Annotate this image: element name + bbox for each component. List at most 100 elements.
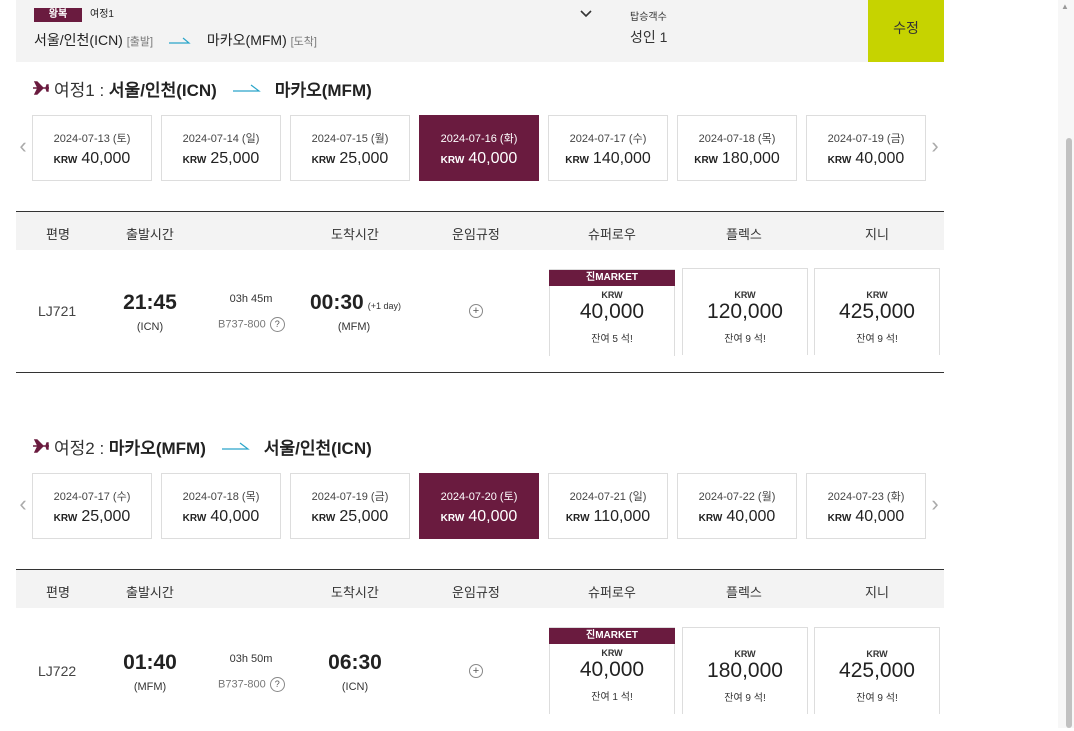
trip-type-badge: 왕복 [34, 8, 82, 22]
chevron-down-icon[interactable] [578, 6, 594, 22]
date-card-selected[interactable]: 2024-07-20 (토) KRW 40,000 [419, 473, 539, 539]
flight-table-header: 편명 출발시간 도착시간 운임규정 슈퍼로우 플렉스 지니 [16, 211, 944, 250]
date-card[interactable]: 2024-07-19 (금) KRW 40,000 [806, 115, 926, 181]
arrival-time: 00:30 [310, 291, 364, 314]
currency: KRW [53, 513, 78, 524]
date-card[interactable]: 2024-07-22 (월) KRW 40,000 [677, 473, 797, 539]
departure-airport: (MFM) [133, 681, 167, 693]
aircraft-info: B737-800? [218, 677, 285, 692]
destination-city: 마카오(MFM) [206, 32, 287, 48]
scrollbar[interactable]: ▲ [1058, 0, 1074, 728]
currency: KRW [440, 155, 465, 166]
date-text: 2024-07-20 (토) [440, 491, 518, 503]
col-fare-genie: 지니 [865, 585, 889, 600]
fare-currency: KRW [866, 649, 888, 659]
date-card[interactable]: 2024-07-17 (수) KRW 25,000 [32, 473, 152, 539]
currency: KRW [53, 155, 78, 166]
fare-card-flex[interactable]: KRW 120,000 잔여 9 석! [682, 268, 808, 355]
fare-card-flex[interactable]: KRW 180,000 잔여 9 석! [682, 627, 808, 714]
journey2-to: 서울/인천(ICN) [263, 438, 372, 458]
col-fare-flex: 플렉스 [726, 227, 762, 242]
flight-row: LJ722 01:40 (MFM) 03h 50m B737-800? 06:3… [16, 611, 944, 731]
fare-rules-plus-icon[interactable]: + [469, 664, 483, 678]
date-text: 2024-07-18 (목) [182, 491, 260, 503]
aircraft-type: B737-800 [218, 318, 266, 331]
prev-dates-arrow-icon[interactable]: ‹ [16, 133, 30, 159]
fare-card-superlow[interactable]: 진MARKET KRW 40,000 잔여 5 석! [549, 269, 675, 356]
date-text: 2024-07-15 (월) [311, 133, 389, 145]
arrival-time: 06:30 [328, 651, 382, 674]
date-text: 2024-07-23 (화) [827, 491, 905, 503]
col-fare-flex: 플렉스 [726, 585, 762, 600]
date-card[interactable]: 2024-07-14 (일) KRW 25,000 [161, 115, 281, 181]
scroll-up-arrow-icon[interactable]: ▲ [1061, 2, 1069, 11]
price: 180,000 [721, 150, 780, 167]
currency: KRW [698, 513, 723, 524]
fare-currency: KRW [866, 290, 888, 300]
col-fare-rules: 운임규정 [452, 227, 500, 242]
fare-amount: 425,000 [839, 659, 915, 682]
fare-currency: KRW [601, 648, 623, 658]
date-card[interactable]: 2024-07-15 (월) KRW 25,000 [290, 115, 410, 181]
date-card[interactable]: 2024-07-13 (토) KRW 40,000 [32, 115, 152, 181]
passenger-value: 성인 1 [630, 29, 668, 45]
seats-left: 잔여 5 석! [591, 334, 633, 345]
passenger-selector[interactable]: 탑승객수 성인 1 [614, 0, 868, 62]
prev-dates-arrow-icon[interactable]: ‹ [16, 491, 30, 517]
flight-row: LJ721 21:45 (ICN) 03h 45m B737-800? 00:3… [16, 253, 944, 373]
route-arrow-icon [232, 84, 261, 92]
flight-number: LJ721 [38, 303, 77, 319]
trip-label: 여정1 [90, 9, 114, 20]
currency: KRW [827, 155, 852, 166]
plane-icon [33, 439, 49, 453]
flight-number: LJ722 [38, 663, 77, 679]
help-icon[interactable]: ? [269, 677, 285, 692]
price: 25,000 [339, 150, 389, 167]
journey1-to: 마카오(MFM) [274, 80, 372, 100]
next-day-flag: (+1 day) [367, 301, 401, 311]
date-card[interactable]: 2024-07-17 (수) KRW 140,000 [548, 115, 668, 181]
currency: KRW [565, 513, 590, 524]
currency: KRW [311, 155, 336, 166]
price: 40,000 [855, 150, 905, 167]
journey1-date-carousel: ‹ 2024-07-13 (토) KRW 40,000 2024-07-14 (일)… [16, 115, 944, 181]
section-divider [16, 372, 944, 373]
help-icon[interactable]: ? [269, 317, 285, 332]
col-departure: 출발시간 [126, 227, 174, 242]
date-card[interactable]: 2024-07-21 (일) KRW 110,000 [548, 473, 668, 539]
fare-card-superlow[interactable]: 진MARKET KRW 40,000 잔여 1 석! [549, 627, 675, 714]
next-dates-arrow-icon[interactable]: › [928, 491, 942, 517]
date-text: 2024-07-18 (목) [698, 133, 776, 145]
fare-card-genie[interactable]: KRW 425,000 잔여 9 석! [814, 268, 940, 355]
seats-left: 잔여 1 석! [591, 692, 633, 703]
date-card[interactable]: 2024-07-18 (목) KRW 180,000 [677, 115, 797, 181]
flight-table-header: 편명 출발시간 도착시간 운임규정 슈퍼로우 플렉스 지니 [16, 569, 944, 608]
price: 40,000 [81, 150, 131, 167]
fare-amount: 40,000 [579, 658, 645, 681]
destination-tag: [도착] [290, 36, 317, 48]
price: 140,000 [592, 150, 651, 167]
date-card[interactable]: 2024-07-19 (금) KRW 25,000 [290, 473, 410, 539]
journey2-date-carousel: ‹ 2024-07-17 (수) KRW 25,000 2024-07-18 (목)… [16, 473, 944, 539]
col-fare-superlow: 슈퍼로우 [588, 585, 636, 600]
price: 40,000 [210, 508, 260, 525]
currency: KRW [565, 155, 589, 166]
arrival-airport: (ICN) [341, 681, 369, 693]
fare-rules-plus-icon[interactable]: + [469, 304, 483, 318]
price: 40,000 [468, 150, 518, 167]
date-card[interactable]: 2024-07-18 (목) KRW 40,000 [161, 473, 281, 539]
col-departure: 출발시간 [126, 585, 174, 600]
date-card-selected[interactable]: 2024-07-16 (화) KRW 40,000 [419, 115, 539, 181]
date-card[interactable]: 2024-07-23 (화) KRW 40,000 [806, 473, 926, 539]
edit-button[interactable]: 수정 [868, 0, 944, 62]
fare-amount: 180,000 [707, 659, 783, 682]
price: 25,000 [210, 150, 260, 167]
arrival-airport: (MFM) [337, 321, 371, 333]
next-dates-arrow-icon[interactable]: › [928, 133, 942, 159]
route-selector[interactable]: 왕복 여정1 서울/인천(ICN) [출발] 마카오(MFM) [도착] [16, 0, 610, 62]
date-text: 2024-07-17 (수) [569, 133, 647, 145]
route-summary: 서울/인천(ICN) [출발] 마카오(MFM) [도착] [34, 31, 317, 51]
scrollbar-thumb[interactable] [1066, 138, 1072, 728]
fare-card-genie[interactable]: KRW 425,000 잔여 9 석! [814, 627, 940, 714]
departure-time: 21:45 [123, 291, 177, 314]
